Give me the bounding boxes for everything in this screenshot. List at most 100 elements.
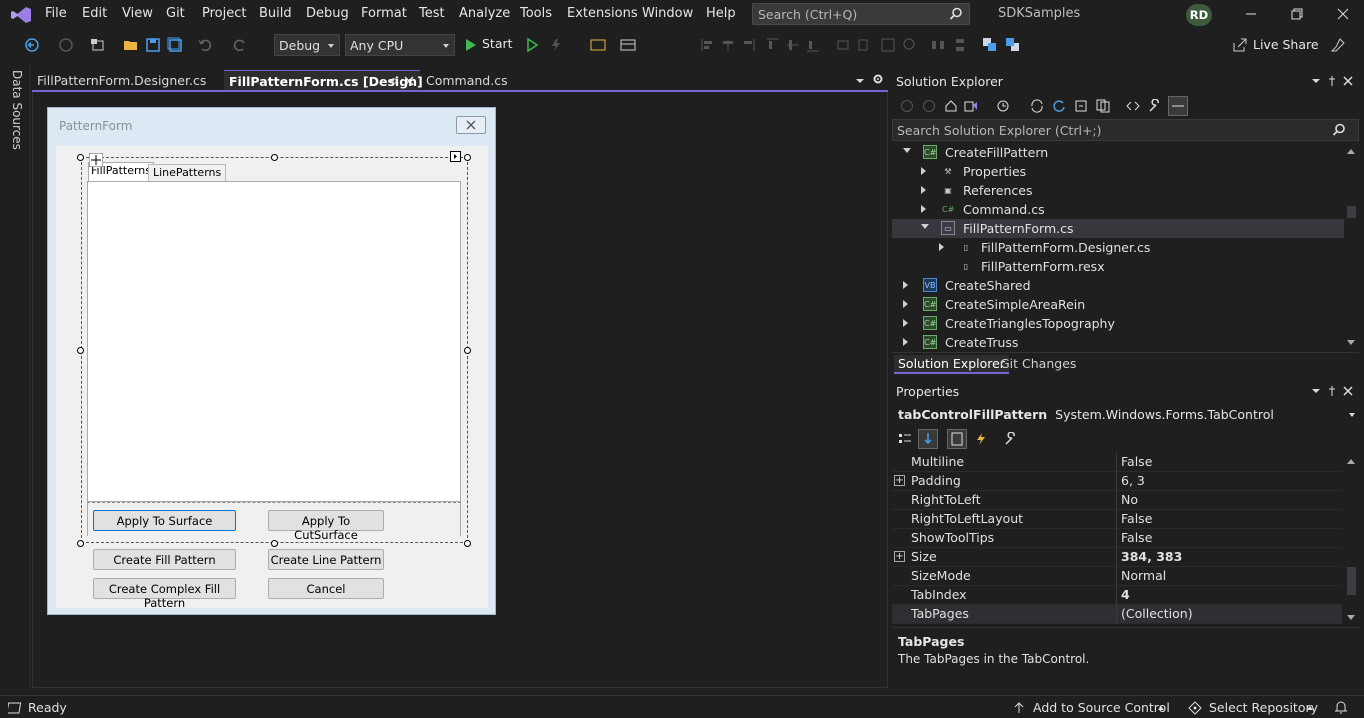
chevron-down-icon[interactable]: [1348, 412, 1356, 418]
menu-project[interactable]: Project: [202, 6, 246, 21]
select-repository-button[interactable]: Select Repository: [1209, 700, 1318, 715]
resize-handle-top[interactable]: [271, 154, 278, 161]
menu-file[interactable]: File: [45, 6, 67, 21]
layout-icon[interactable]: [620, 37, 636, 53]
property-value[interactable]: 6, 3: [1121, 473, 1145, 488]
zoom-icon[interactable]: [902, 37, 918, 53]
start-without-debugging-icon[interactable]: [524, 37, 540, 53]
doc-tab-form-design[interactable]: FillPatternForm.cs [Design]: [224, 70, 423, 90]
property-value[interactable]: No: [1121, 492, 1138, 507]
browse-icon[interactable]: [590, 37, 606, 53]
property-value[interactable]: Normal: [1121, 568, 1166, 583]
tab-list-dropdown-icon[interactable]: [855, 77, 865, 85]
property-row[interactable]: RightToLeft No: [892, 491, 1342, 510]
tab-git-changes[interactable]: Git Changes: [996, 355, 1080, 372]
live-share-button[interactable]: Live Share: [1253, 37, 1319, 52]
platform-dropdown[interactable]: Any CPU: [345, 34, 455, 56]
search-icon[interactable]: [1332, 123, 1346, 137]
property-row[interactable]: RightToLeftLayout False: [892, 510, 1342, 529]
tree-item[interactable]: C# CreateFillPattern: [892, 143, 1344, 162]
gear-icon[interactable]: [872, 73, 884, 85]
save-icon[interactable]: [145, 37, 161, 53]
tab-line-patterns[interactable]: LinePatterns: [148, 164, 227, 181]
resize-handle-top-right[interactable]: [464, 154, 471, 161]
menu-debug[interactable]: Debug: [306, 6, 349, 21]
scroll-up-icon[interactable]: [1346, 147, 1356, 155]
form-close-button[interactable]: [456, 116, 486, 134]
send-to-back-icon[interactable]: [1005, 37, 1021, 53]
property-value[interactable]: 384, 383: [1121, 549, 1182, 564]
resize-handle-right[interactable]: [464, 347, 471, 354]
add-to-source-control-button[interactable]: Add to Source Control: [1033, 700, 1170, 715]
align-middle-icon[interactable]: [785, 37, 801, 53]
align-bottom-icon[interactable]: [805, 37, 821, 53]
bring-to-front-icon[interactable]: [982, 37, 998, 53]
view-code-icon[interactable]: [1126, 99, 1140, 113]
property-value[interactable]: False: [1121, 530, 1152, 545]
refresh-icon[interactable]: [1052, 99, 1066, 113]
align-right-icon[interactable]: [740, 37, 756, 53]
data-sources-tab[interactable]: Data Sources: [10, 70, 24, 150]
home-icon[interactable]: [944, 99, 958, 113]
minimize-icon[interactable]: [1243, 6, 1259, 22]
property-value[interactable]: 4: [1121, 587, 1130, 602]
tab-page-fill-patterns[interactable]: [87, 181, 461, 502]
preview-selected-icon[interactable]: [1168, 96, 1188, 116]
collapsed-arrow-icon[interactable]: [921, 205, 926, 213]
open-folder-icon[interactable]: [123, 37, 139, 53]
move-handle-icon[interactable]: [89, 153, 103, 167]
pending-changes-filter-icon[interactable]: [996, 99, 1010, 113]
property-pages-icon[interactable]: [1004, 432, 1018, 446]
resize-handle-bottom[interactable]: [271, 540, 278, 547]
pin-icon[interactable]: [1326, 385, 1338, 397]
configuration-dropdown[interactable]: Debug: [274, 34, 340, 56]
make-same-height-icon[interactable]: [855, 37, 871, 53]
menu-build[interactable]: Build: [259, 6, 292, 21]
property-row[interactable]: Multiline False: [892, 453, 1342, 472]
menu-window[interactable]: Window: [642, 6, 693, 21]
collapsed-arrow-icon[interactable]: [921, 186, 926, 194]
tree-item[interactable]: ▯ FillPatternForm.resx: [892, 257, 1344, 276]
close-panel-icon[interactable]: [1342, 75, 1354, 87]
property-row[interactable]: TabIndex 4: [892, 586, 1342, 605]
pin-icon[interactable]: [387, 76, 397, 86]
menu-extensions[interactable]: Extensions: [567, 6, 638, 21]
notification-bell-icon[interactable]: [1334, 700, 1348, 715]
solution-explorer-search-input[interactable]: Search Solution Explorer (Ctrl+;): [892, 119, 1359, 141]
object-selector[interactable]: tabControlFillPattern System.Windows.For…: [898, 407, 1274, 422]
tree-item[interactable]: ▣ References: [892, 181, 1344, 200]
menu-help[interactable]: Help: [706, 6, 736, 21]
create-line-pattern-button[interactable]: Create Line Pattern: [268, 549, 384, 570]
collapse-all-icon[interactable]: [1074, 99, 1088, 113]
property-row[interactable]: SizeMode Normal: [892, 567, 1342, 586]
menu-format[interactable]: Format: [361, 6, 407, 21]
collapsed-arrow-icon[interactable]: [903, 281, 908, 289]
forward-icon[interactable]: [58, 37, 74, 53]
tree-scrollbar-thumb[interactable]: [1347, 206, 1356, 218]
size-to-grid-icon[interactable]: [880, 37, 896, 53]
categorized-icon[interactable]: [898, 432, 912, 446]
menu-git[interactable]: Git: [166, 6, 185, 21]
scroll-down-icon[interactable]: [1346, 339, 1356, 347]
chevron-up-icon[interactable]: [1157, 705, 1165, 711]
scroll-down-icon[interactable]: [1346, 614, 1356, 622]
property-scrollbar-thumb[interactable]: [1347, 567, 1356, 595]
tree-item[interactable]: ▯ FillPatternForm.Designer.cs: [892, 238, 1344, 257]
menu-test[interactable]: Test: [419, 6, 445, 21]
new-project-icon[interactable]: [90, 37, 106, 53]
collapsed-arrow-icon[interactable]: [903, 300, 908, 308]
close-tab-icon[interactable]: [404, 76, 414, 86]
properties-wrench-icon[interactable]: [1148, 99, 1162, 113]
expanded-arrow-icon[interactable]: [921, 224, 929, 229]
property-row[interactable]: ShowToolTips False: [892, 529, 1342, 548]
tab-solution-explorer[interactable]: Solution Explorer: [894, 355, 1009, 374]
switch-views-icon[interactable]: [964, 99, 978, 113]
doc-tab-command-cs[interactable]: Command.cs: [421, 70, 513, 90]
expand-plus-icon[interactable]: +: [894, 475, 905, 486]
save-all-icon[interactable]: [167, 37, 183, 53]
apply-to-cut-surface-button[interactable]: Apply To CutSurface: [268, 510, 384, 542]
menu-edit[interactable]: Edit: [82, 6, 107, 21]
back-icon[interactable]: [900, 99, 914, 113]
menu-view[interactable]: View: [122, 6, 153, 21]
property-row[interactable]: + Padding 6, 3: [892, 472, 1342, 491]
